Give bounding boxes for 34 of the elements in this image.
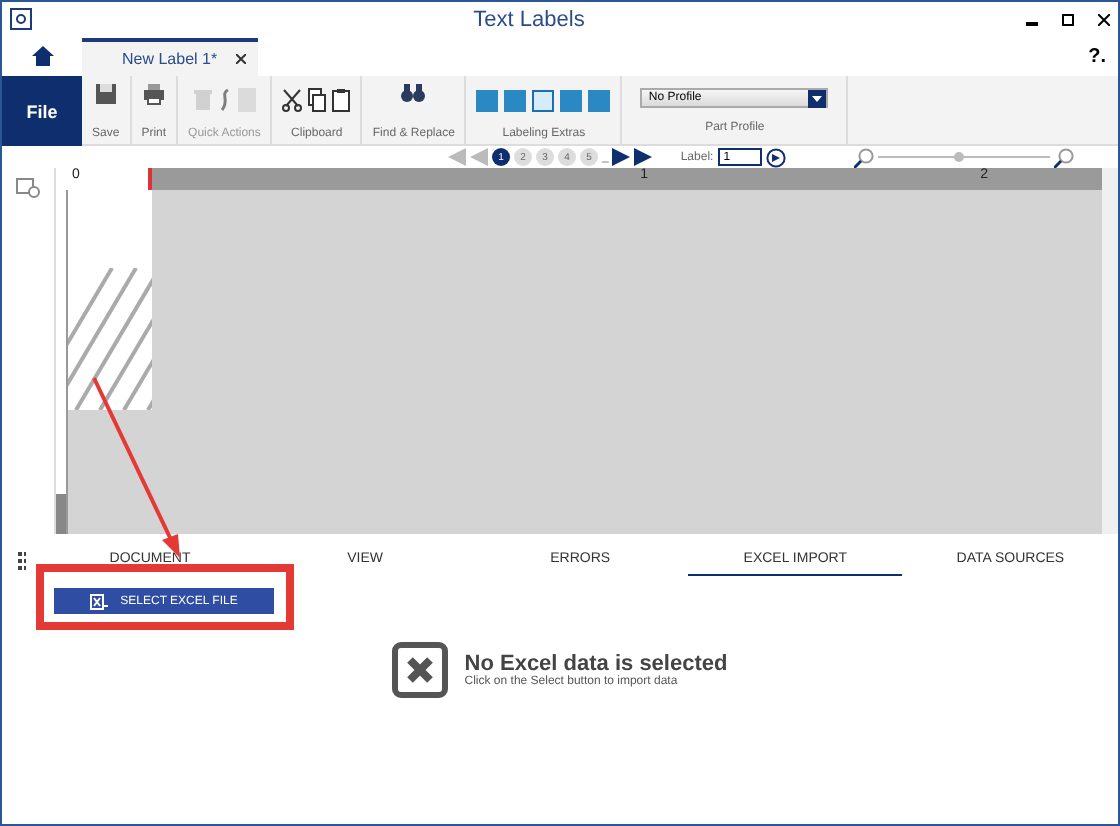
help-button[interactable]: ?.	[1088, 46, 1106, 68]
zoom-out-icon[interactable]	[853, 147, 874, 167]
ruler-scroll-marker	[56, 494, 66, 534]
binoculars-icon	[400, 82, 427, 104]
labeling-tool-button[interactable]	[588, 89, 611, 111]
caret-icon	[812, 95, 823, 102]
excel-file-icon	[90, 593, 109, 609]
empty-state-title: No Excel data is selected	[464, 652, 728, 676]
labeling-tool-button[interactable]	[532, 89, 555, 111]
labeling-tool-button[interactable]	[504, 89, 527, 111]
maximize-icon[interactable]	[1062, 13, 1074, 25]
go-icon[interactable]	[765, 147, 786, 167]
scrollbar[interactable]	[1102, 168, 1118, 534]
scissors-icon	[282, 88, 303, 112]
excel-icon	[392, 642, 449, 698]
print-button[interactable]	[141, 82, 166, 106]
file-button[interactable]: File	[2, 76, 82, 146]
close-icon[interactable]	[236, 54, 246, 64]
zoom-in-icon[interactable]	[1053, 147, 1074, 167]
home-icon	[31, 46, 53, 66]
printer-icon	[141, 82, 166, 106]
window-title: Text Labels	[473, 7, 585, 31]
copy-icon	[308, 88, 327, 112]
save-icon	[93, 82, 118, 106]
close-icon[interactable]	[1098, 13, 1110, 25]
clipboard-icon	[332, 88, 351, 112]
app-icon	[10, 8, 32, 30]
find-button[interactable]	[400, 82, 427, 104]
labeling-tool-button[interactable]	[476, 89, 499, 111]
labeling-tool-button[interactable]	[560, 89, 583, 111]
save-button[interactable]	[93, 82, 118, 106]
trash-icon	[193, 88, 212, 112]
label-tab[interactable]: New Label 1*	[82, 38, 258, 76]
drag-handle-icon[interactable]	[18, 551, 27, 569]
